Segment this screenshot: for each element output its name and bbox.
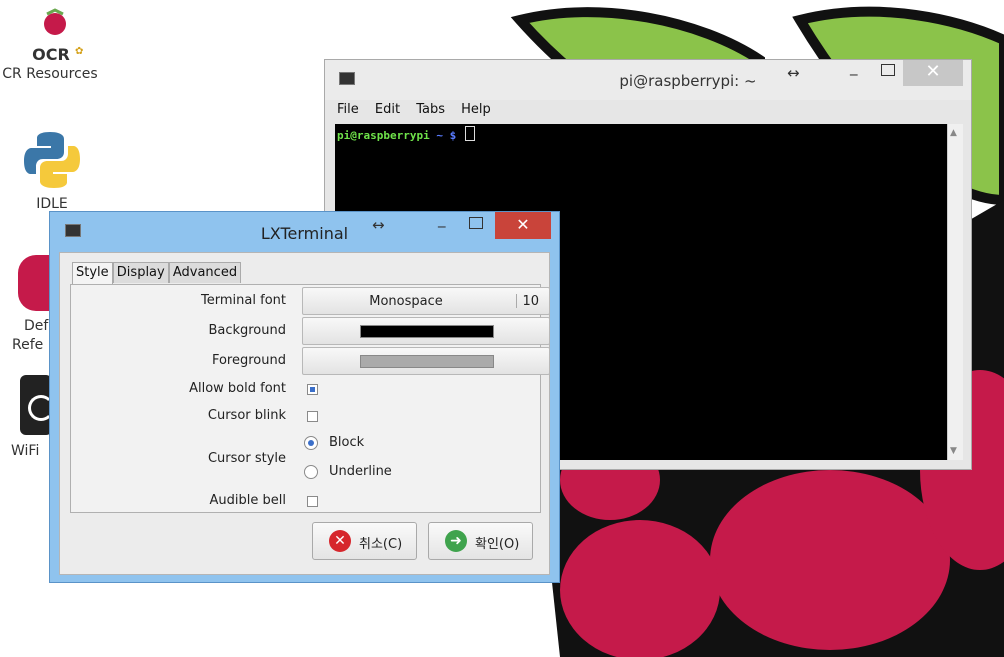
foreground-color-button[interactable] [302, 347, 550, 375]
cancel-icon: ✕ [329, 530, 351, 552]
terminal-font-label: Terminal font [201, 293, 286, 308]
background-swatch [360, 325, 494, 338]
shell-prompt: pi@raspberrypi ~ $ [337, 126, 475, 142]
allow-bold-label: Allow bold font [189, 381, 286, 396]
close-button[interactable]: ✕ [903, 60, 963, 86]
tab-style[interactable]: Style [72, 262, 113, 284]
menu-file[interactable]: File [337, 102, 359, 117]
move-icon[interactable]: ↔ [372, 216, 385, 234]
maximize-button[interactable] [469, 217, 483, 229]
cursor-blink-checkbox[interactable] [307, 411, 318, 422]
tab-bar: Style Display Advanced [72, 262, 242, 284]
raspberry-icon: OCR ✿ [25, 8, 85, 64]
background-label: Background [208, 323, 286, 338]
text-cursor [464, 126, 475, 141]
font-size: 10 [522, 294, 539, 309]
cancel-label: 취소(C) [359, 537, 403, 552]
foreground-label: Foreground [211, 353, 286, 368]
tab-display[interactable]: Display [112, 262, 169, 283]
terminal-scrollbar[interactable]: ▲ ▼ [947, 124, 963, 460]
wifi-icon [20, 375, 54, 435]
font-name: Monospace [369, 294, 443, 309]
python-icon [20, 128, 84, 192]
menu-help[interactable]: Help [461, 102, 491, 117]
terminal-titlebar[interactable]: pi@raspberrypi: ~ ↔ _ ✕ [325, 58, 971, 100]
desktop-icon-label: CR Resources [2, 66, 98, 82]
ok-button[interactable]: ➜ 확인(O) [428, 522, 533, 560]
background-color-button[interactable] [302, 317, 550, 345]
audible-bell-label: Audible bell [209, 493, 286, 508]
terminal-menubar: File Edit Tabs Help [337, 102, 503, 122]
desktop-icon-ocr-resources[interactable]: OCR ✿ CR Resources [0, 8, 110, 82]
font-picker-button[interactable]: Monospace 10 [302, 287, 550, 315]
ok-label: 확인(O) [475, 537, 520, 552]
close-icon: ✕ [516, 215, 530, 234]
desktop-icon-label: WiFi [11, 443, 40, 459]
move-icon[interactable]: ↔ [787, 64, 800, 82]
desktop-icon-wifi[interactable] [20, 375, 54, 435]
menu-tabs[interactable]: Tabs [416, 102, 445, 117]
cancel-button[interactable]: ✕ 취소(C) [312, 522, 417, 560]
ocr-logo-text: OCR [32, 45, 70, 62]
desktop-icon-idle[interactable]: IDLE [0, 128, 107, 212]
desktop-icon-label: Refe [12, 337, 44, 353]
scroll-down-icon[interactable]: ▼ [950, 446, 957, 456]
font-separator [516, 294, 517, 308]
audible-bell-checkbox[interactable] [307, 496, 318, 507]
close-icon: ✕ [925, 61, 941, 82]
foreground-swatch [360, 355, 494, 368]
allow-bold-checkbox[interactable] [307, 384, 318, 395]
cursor-style-underline-radio[interactable] [304, 465, 318, 479]
desktop-icon-label: Def [24, 318, 49, 334]
cursor-style-block-radio[interactable] [304, 436, 318, 450]
prompt-path: ~ $ [436, 129, 457, 142]
cursor-style-label: Cursor style [207, 451, 286, 466]
preferences-dialog[interactable]: LXTerminal ↔ _ ✕ Style Display Advanced … [49, 210, 560, 583]
maximize-button[interactable] [881, 64, 895, 76]
cursor-style-underline-label[interactable]: Underline [329, 464, 392, 479]
minimize-button[interactable]: _ [850, 58, 858, 76]
svg-text:✿: ✿ [75, 46, 83, 57]
desktop-icon-label: IDLE [36, 196, 68, 212]
prompt-user: pi@raspberrypi [337, 129, 430, 142]
cursor-blink-label: Cursor blink [207, 408, 286, 423]
close-button[interactable]: ✕ [495, 212, 551, 239]
book-icon [18, 255, 52, 311]
scroll-up-icon[interactable]: ▲ [950, 128, 957, 138]
terminal-title: pi@raspberrypi: ~ [619, 72, 757, 90]
ok-arrow-icon: ➜ [445, 530, 467, 552]
minimize-button[interactable]: _ [438, 210, 446, 228]
cursor-style-block-label[interactable]: Block [329, 435, 364, 450]
tab-advanced[interactable]: Advanced [168, 262, 242, 283]
dialog-content: Style Display Advanced Terminal font Mon… [59, 252, 550, 575]
menu-edit[interactable]: Edit [375, 102, 400, 117]
style-panel: Terminal font Monospace 10 Background Fo… [70, 284, 550, 513]
